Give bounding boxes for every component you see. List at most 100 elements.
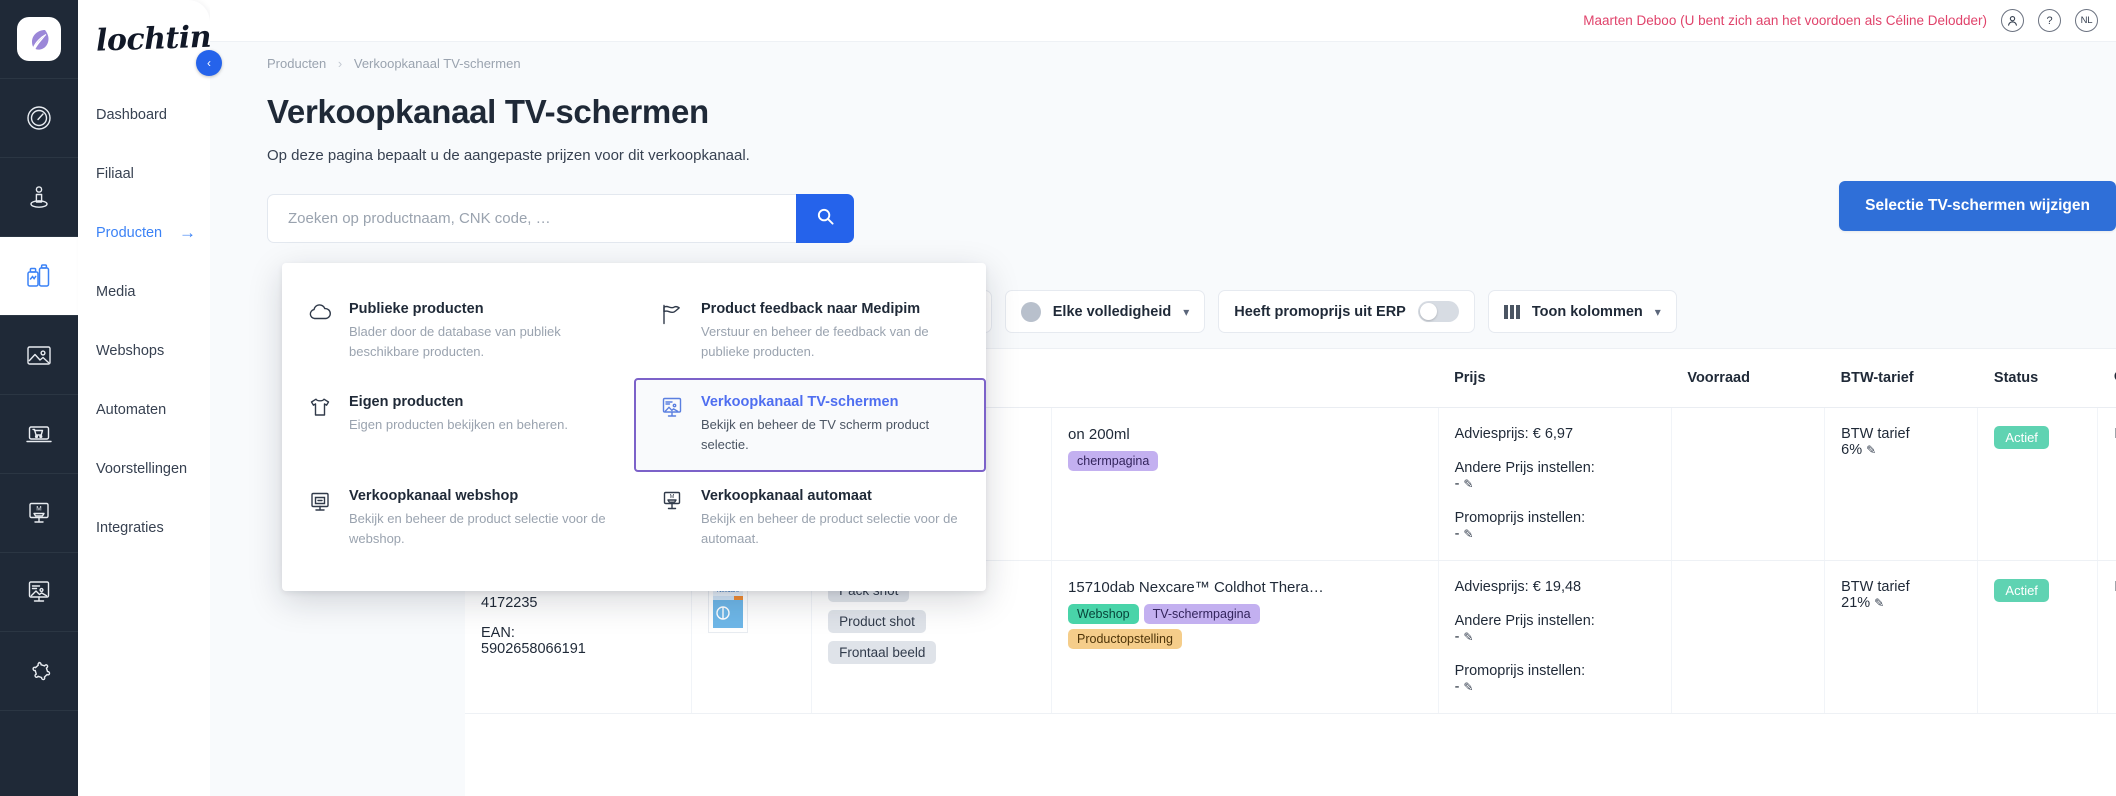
btw-value: 6% bbox=[1841, 441, 1863, 458]
menu-item-title: Publieke producten bbox=[349, 301, 484, 317]
edit-pencil-icon[interactable]: ✎ bbox=[1463, 527, 1473, 541]
sidebar-item-dashboard[interactable]: Dashboard bbox=[78, 85, 210, 144]
adviesprijs: Adviesprijs: € 19,48 bbox=[1454, 578, 1582, 595]
menu-item-desc: Bekijk en beheer de TV scherm product se… bbox=[701, 417, 930, 453]
menu-item-verkoopkanaal-tv-schermen[interactable]: Verkoopkanaal TV-schermen Bekijk en behe… bbox=[634, 378, 986, 472]
rail-item-dashboard[interactable] bbox=[0, 79, 78, 158]
breadcrumb-current: Verkoopkanaal TV-schermen bbox=[353, 56, 521, 71]
menu-item-desc: Bekijk en beheer de product selectie voo… bbox=[349, 510, 606, 546]
grey-dot-icon bbox=[1020, 301, 1041, 322]
language-selector[interactable]: NL bbox=[2075, 9, 2098, 32]
sidebar-item-filiaal[interactable]: Filiaal bbox=[78, 144, 210, 203]
menu-item-eigen-producten[interactable]: Eigen producten Eigen producten bekijken… bbox=[282, 378, 634, 471]
product-tag: Productopstelling bbox=[1068, 628, 1182, 649]
cell-voorraad bbox=[1671, 407, 1826, 561]
th-voorraad[interactable]: Voorraad bbox=[1671, 349, 1825, 408]
image-icon bbox=[24, 340, 54, 370]
rail-item-voorstellingen[interactable] bbox=[0, 553, 78, 632]
menu-item-product-feedback-medipim[interactable]: Product feedback naar Medipim Verstuur e… bbox=[634, 285, 986, 378]
menu-item-title: Verkoopkanaal webshop bbox=[349, 487, 519, 504]
edit-pencil-icon[interactable]: ✎ bbox=[1463, 630, 1473, 644]
cloud-icon bbox=[308, 301, 334, 362]
edit-pencil-icon[interactable]: ✎ bbox=[1463, 680, 1473, 694]
sidebar-item-label: Webshops bbox=[96, 342, 165, 359]
sidebar-item-automaten[interactable]: Automaten bbox=[78, 380, 210, 439]
search-box[interactable] bbox=[267, 194, 796, 243]
producten-mega-menu: Publieke producten Blader door de databa… bbox=[282, 263, 986, 591]
page-subtitle: Op deze pagina bepaalt u de aangepaste p… bbox=[267, 147, 750, 164]
btw-row: 21% ✎ bbox=[1841, 595, 1961, 611]
change-tv-selection-button[interactable]: Selectie TV-schermen wijzigen bbox=[1839, 181, 2116, 231]
page-title: Verkoopkanaal TV-schermen bbox=[267, 93, 709, 130]
product-bottles-icon bbox=[24, 261, 54, 291]
edit-pencil-icon[interactable]: ✎ bbox=[1874, 596, 1884, 610]
promoprijs-label: Promoprijs instellen: bbox=[1454, 509, 1586, 526]
rail-item-media[interactable] bbox=[0, 316, 78, 395]
page-content: Producten › Verkoopkanaal TV-schermen Ve… bbox=[210, 42, 2116, 243]
promoprijs-row: - ✎ bbox=[1455, 679, 1655, 695]
sidebar-item-integraties[interactable]: Integraties bbox=[78, 498, 210, 557]
status-badge: Actief bbox=[1994, 425, 2049, 449]
th-product[interactable] bbox=[1051, 349, 1439, 408]
filter-promoprijs-erp[interactable]: Heeft promoprijs uit ERP bbox=[1218, 290, 1475, 333]
cell-voorraad bbox=[1671, 560, 1826, 714]
laptop-cart-icon bbox=[24, 419, 54, 449]
cell-btw: BTW tarief 6% ✎ bbox=[1824, 407, 1979, 561]
promoprijs-label: Promoprijs instellen: bbox=[1454, 662, 1586, 679]
brand-logo: lochting bbox=[95, 18, 233, 59]
promoprijs-toggle[interactable] bbox=[1417, 301, 1459, 322]
edit-pencil-icon[interactable]: ✎ bbox=[1463, 477, 1473, 491]
rail-item-automaten[interactable]: M bbox=[0, 474, 78, 553]
sidebar-item-webshops[interactable]: Webshops bbox=[78, 321, 210, 380]
menu-item-verkoopkanaal-webshop[interactable]: Verkoopkanaal webshop Bekijk en beheer d… bbox=[282, 472, 634, 565]
sidebar-item-media[interactable]: Media bbox=[78, 262, 210, 321]
breadcrumb-parent[interactable]: Producten bbox=[267, 56, 326, 71]
andere-prijs-value: - bbox=[1454, 628, 1460, 645]
btw-label: BTW tarief bbox=[1841, 425, 1910, 442]
cell-organisatie: Febelco, 3M Belgium bbox=[2097, 560, 2116, 714]
product-name: on 200ml bbox=[1068, 425, 1130, 443]
menu-item-title: Product feedback naar Medipim bbox=[701, 301, 921, 317]
presentation-screen-icon bbox=[24, 577, 54, 607]
menu-item-title: Verkoopkanaal automaat bbox=[701, 487, 872, 504]
andere-prijs-row: - ✎ bbox=[1455, 476, 1655, 492]
th-prijs[interactable]: Prijs bbox=[1438, 349, 1672, 408]
edit-pencil-icon[interactable]: ✎ bbox=[1866, 443, 1876, 457]
user-circle-icon[interactable] bbox=[2001, 9, 2024, 32]
cell-product: on 200ml chermpagina bbox=[1051, 407, 1439, 561]
rail-item-filiaal[interactable] bbox=[0, 158, 78, 237]
cell-organisatie: Febelco, E.L. Laboratories bbox=[2097, 407, 2116, 561]
webshop-icon bbox=[308, 488, 334, 549]
andere-prijs-label: Andere Prijs instellen: bbox=[1454, 459, 1595, 476]
sidebar-item-voorstellingen[interactable]: Voorstellingen bbox=[78, 439, 210, 498]
rail-item-integraties[interactable] bbox=[0, 632, 78, 711]
sidebar-item-producten[interactable]: Producten → bbox=[78, 203, 210, 262]
filter-volledigheid[interactable]: Elke volledigheid ▾ bbox=[1004, 290, 1206, 333]
puzzle-icon bbox=[24, 656, 54, 686]
rail-logo-cell[interactable] bbox=[0, 0, 78, 79]
help-icon[interactable]: ? bbox=[2038, 9, 2061, 32]
th-btw-tarief[interactable]: BTW-tarief bbox=[1824, 349, 1978, 408]
svg-text:M: M bbox=[36, 506, 41, 513]
app-root: M lochting Dashboard Filiaal Producten →… bbox=[0, 0, 2116, 796]
adviesprijs: Adviesprijs: € 6,97 bbox=[1454, 425, 1574, 442]
cell-status: Actief bbox=[1977, 560, 2099, 714]
filter-label: Heeft promoprijs uit ERP bbox=[1234, 303, 1406, 320]
search-button[interactable] bbox=[796, 194, 854, 243]
rail-item-webshops[interactable] bbox=[0, 395, 78, 474]
cell-btw: BTW tarief 21% ✎ bbox=[1824, 560, 1979, 714]
menu-item-verkoopkanaal-automaat[interactable]: M Verkoopkanaal automaat Bekijk en behee… bbox=[634, 472, 986, 565]
filter-label: Toon kolommen bbox=[1531, 303, 1643, 320]
sidebar-collapse-button[interactable]: ‹ bbox=[196, 50, 222, 76]
th-status[interactable]: Status bbox=[1977, 349, 2098, 408]
menu-item-publieke-producten[interactable]: Publieke producten Blader door de databa… bbox=[282, 285, 634, 378]
rail-item-producten[interactable] bbox=[0, 237, 78, 316]
search-input[interactable] bbox=[288, 210, 776, 227]
status-badge: Actief bbox=[1994, 578, 2049, 602]
filter-toon-kolommen[interactable]: Toon kolommen ▾ bbox=[1487, 290, 1677, 333]
promoprijs-value: - bbox=[1454, 678, 1460, 695]
btw-label: BTW tarief bbox=[1841, 578, 1910, 595]
flag-icon bbox=[660, 301, 686, 362]
andere-prijs-row: - ✎ bbox=[1455, 629, 1655, 645]
th-organisatie[interactable]: Organisatie▼ bbox=[2097, 349, 2116, 408]
